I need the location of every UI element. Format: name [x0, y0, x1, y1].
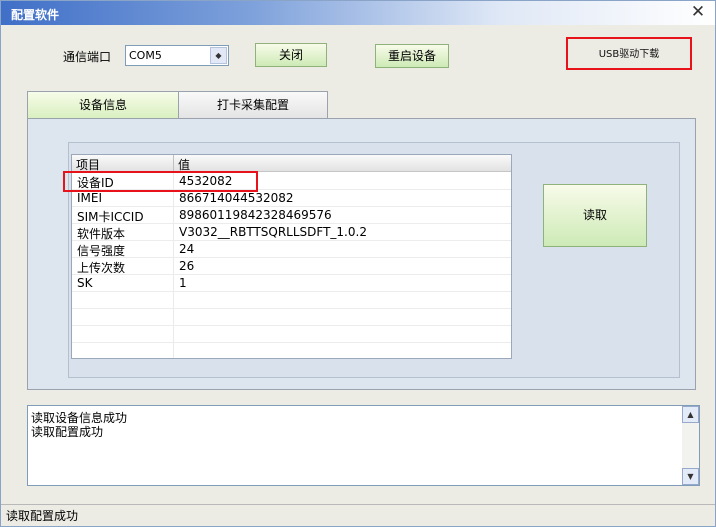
- highlight-device-id-box: [63, 171, 258, 192]
- column-divider[interactable]: [173, 155, 174, 172]
- restart-device-button[interactable]: 重启设备: [375, 44, 449, 68]
- list-header: 项目 值: [72, 155, 511, 172]
- row-value: V3032__RBTTSQRLLSDFT_1.0.2: [179, 225, 367, 239]
- read-button[interactable]: 读取: [543, 184, 647, 247]
- tab-device-info[interactable]: 设备信息: [27, 91, 179, 119]
- empty-row: [72, 309, 511, 326]
- row-value: 26: [179, 259, 195, 273]
- table-row[interactable]: 上传次数 26: [72, 258, 511, 275]
- window-title: 配置软件: [11, 8, 60, 22]
- tab-clock-collection-config[interactable]: 打卡采集配置: [178, 91, 328, 119]
- status-bar: 读取配置成功: [1, 504, 715, 526]
- chevron-down-icon[interactable]: ◆: [210, 47, 227, 64]
- row-key: 软件版本: [77, 227, 126, 241]
- port-select[interactable]: COM5 ◆: [125, 45, 229, 66]
- row-value: 1: [179, 276, 187, 290]
- table-row[interactable]: 软件版本 V3032__RBTTSQRLLSDFT_1.0.2: [72, 224, 511, 241]
- scroll-down-icon[interactable]: ▼: [682, 468, 699, 485]
- log-output[interactable]: 读取设备信息成功 读取配置成功 ▲ ▼: [27, 405, 700, 486]
- scroll-up-icon[interactable]: ▲: [682, 406, 699, 423]
- row-key: SIM卡ICCID: [77, 210, 144, 224]
- close-icon[interactable]: ✕: [689, 4, 707, 22]
- row-key: 上传次数: [77, 261, 126, 275]
- table-row[interactable]: 信号强度 24: [72, 241, 511, 258]
- row-value: 89860119842328469576: [179, 208, 332, 222]
- main-window: 配置软件 ✕ 通信端口 COM5 ◆ 关闭 重启设备 USB驱动下载 设备信息 …: [0, 0, 716, 527]
- log-scrollbar[interactable]: ▲ ▼: [682, 406, 699, 485]
- row-value: 24: [179, 242, 195, 256]
- row-key: SK: [77, 276, 93, 290]
- table-row[interactable]: SK 1: [72, 275, 511, 292]
- row-key: IMEI: [77, 191, 103, 205]
- device-info-panel: 项目 值 设备ID 4532082 IMEI 866714044532082 S…: [27, 118, 696, 390]
- highlight-usb-box: [566, 37, 692, 70]
- log-line: 读取配置成功: [31, 425, 104, 439]
- port-label: 通信端口: [63, 50, 112, 64]
- close-port-button[interactable]: 关闭: [255, 43, 327, 67]
- empty-row: [72, 292, 511, 309]
- table-row[interactable]: SIM卡ICCID 89860119842328469576: [72, 207, 511, 224]
- title-bar: 配置软件 ✕: [1, 1, 715, 25]
- port-value: COM5: [129, 49, 162, 62]
- empty-row: [72, 326, 511, 343]
- table-row[interactable]: IMEI 866714044532082: [72, 190, 511, 207]
- row-key: 信号强度: [77, 244, 126, 258]
- status-text: 读取配置成功: [6, 509, 79, 523]
- row-value: 866714044532082: [179, 191, 294, 205]
